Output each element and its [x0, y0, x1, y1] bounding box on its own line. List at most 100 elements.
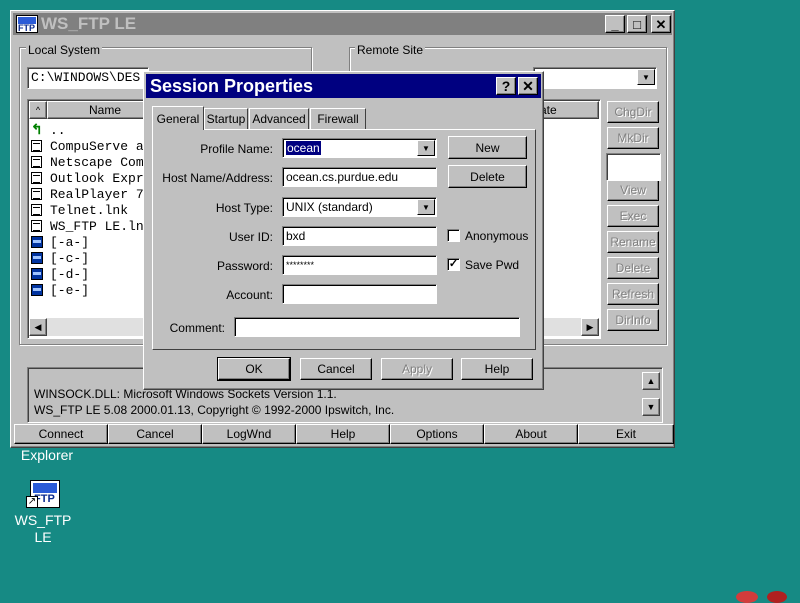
local-file-item[interactable]: [-c-]: [31, 250, 89, 266]
scroll-right-button[interactable]: ▶: [581, 318, 599, 336]
local-file-name: Telnet.lnk: [50, 202, 129, 218]
about-button[interactable]: About: [484, 424, 578, 444]
local-path-field[interactable]: C:\WINDOWS\DES: [27, 67, 149, 89]
remote-refresh-button[interactable]: Refresh: [607, 283, 659, 305]
drive-icon: [31, 236, 43, 248]
file-icon: [31, 204, 42, 216]
remote-blank-field[interactable]: [606, 153, 661, 181]
account-field[interactable]: [282, 284, 437, 304]
local-file-item[interactable]: ↰..: [31, 122, 66, 139]
password-label: Password:: [216, 259, 273, 273]
file-icon: [31, 156, 42, 168]
tab-general[interactable]: General: [152, 106, 204, 130]
local-file-name: Netscape Com: [50, 154, 144, 170]
local-file-item[interactable]: Telnet.lnk: [31, 202, 128, 218]
local-file-item[interactable]: [-e-]: [31, 282, 89, 298]
desktop-explorer-label[interactable]: Explorer: [12, 447, 82, 464]
dialog-help-button[interactable]: ?: [496, 77, 516, 95]
remote-dirinfo-button[interactable]: DirInfo: [607, 309, 659, 331]
main-title-bar[interactable]: FTP WS_FTP LE _ □ ✕: [13, 13, 672, 35]
host-name-label: Host Name/Address:: [162, 171, 273, 185]
date-column-header[interactable]: ate: [535, 101, 599, 119]
local-file-item[interactable]: [-d-]: [31, 266, 89, 282]
local-file-item[interactable]: RealPlayer 7: [31, 186, 144, 202]
profile-name-value: ocean: [286, 141, 321, 155]
dialog-title-bar[interactable]: Session Properties ? ✕: [146, 74, 541, 98]
password-field[interactable]: ********: [282, 255, 437, 275]
tray-icon[interactable]: [767, 591, 787, 603]
comment-label: Comment:: [169, 321, 225, 335]
file-icon: [31, 140, 42, 152]
dialog-close-button[interactable]: ✕: [518, 77, 538, 95]
drive-icon: [31, 268, 43, 280]
ok-button[interactable]: OK: [217, 357, 291, 381]
delete-profile-button[interactable]: Delete: [448, 165, 527, 188]
log-scroll-up-button[interactable]: ▲: [642, 372, 660, 390]
remote-mkdir-button[interactable]: MkDir: [607, 127, 659, 149]
local-file-name: ..: [50, 122, 66, 138]
exit-button[interactable]: Exit: [578, 424, 674, 444]
local-file-name: WS_FTP LE.ln: [50, 218, 144, 234]
main-title: WS_FTP LE: [41, 14, 137, 33]
remote-path-dropdown-button[interactable]: ▼: [637, 69, 655, 85]
close-button[interactable]: ✕: [651, 15, 671, 33]
host-type-select[interactable]: UNIX (standard) ▼: [282, 197, 437, 217]
remote-view-button[interactable]: View: [607, 179, 659, 201]
app-logo-icon: FTP: [16, 15, 38, 33]
options-button[interactable]: Options: [390, 424, 484, 444]
scroll-left-button[interactable]: ◀: [29, 318, 47, 336]
remote-chgdir-button[interactable]: ChgDir: [607, 101, 659, 123]
anonymous-label[interactable]: Anonymous: [465, 229, 528, 243]
tab-firewall[interactable]: Firewall: [310, 108, 366, 129]
logwnd-button[interactable]: LogWnd: [202, 424, 296, 444]
host-name-field[interactable]: ocean.cs.purdue.edu: [282, 167, 437, 187]
host-type-label: Host Type:: [215, 201, 273, 215]
file-icon: [31, 220, 42, 232]
help-button[interactable]: Help: [461, 358, 533, 380]
tab-strip: General Startup Advanced Firewall: [152, 106, 532, 130]
profile-dropdown-button[interactable]: ▼: [417, 140, 435, 156]
local-file-name: CompuServe a: [50, 138, 144, 154]
remote-path-field[interactable]: ▼: [533, 67, 657, 89]
wsftp-desktop-icon[interactable]: FTP ↗: [26, 476, 64, 512]
up-folder-icon: ↰: [31, 122, 43, 139]
local-file-item[interactable]: Outlook Expr: [31, 170, 144, 186]
apply-button[interactable]: Apply: [381, 358, 453, 380]
file-icon: [31, 188, 42, 200]
new-button[interactable]: New: [448, 136, 527, 159]
tab-advanced[interactable]: Advanced: [249, 108, 309, 129]
save-pwd-label[interactable]: Save Pwd: [465, 258, 519, 272]
account-label: Account:: [226, 288, 273, 302]
session-properties-dialog: Session Properties ? ✕ General Startup A…: [143, 71, 544, 390]
local-file-rows: ↰.. CompuServe a Netscape Com Outlook Expr R…: [31, 122, 161, 302]
save-pwd-checkbox[interactable]: ✓: [447, 258, 460, 271]
local-file-name: RealPlayer 7: [50, 186, 144, 202]
log-scroll-down-button[interactable]: ▼: [642, 398, 660, 416]
local-file-item[interactable]: CompuServe a: [31, 138, 144, 154]
user-id-field[interactable]: bxd: [282, 226, 437, 246]
remote-delete-button[interactable]: Delete: [607, 257, 659, 279]
tab-startup[interactable]: Startup: [204, 108, 248, 129]
comment-field[interactable]: [234, 317, 520, 337]
maximize-button[interactable]: □: [627, 15, 647, 33]
profile-name-combo[interactable]: ocean ▼: [282, 138, 437, 158]
minimize-button[interactable]: _: [605, 15, 625, 33]
sort-toggle-button[interactable]: ^: [29, 101, 47, 119]
local-file-item[interactable]: [-a-]: [31, 234, 89, 250]
remote-exec-button[interactable]: Exec: [607, 205, 659, 227]
local-file-item[interactable]: WS_FTP LE.ln: [31, 218, 144, 234]
remote-rename-button[interactable]: Rename: [607, 231, 659, 253]
local-system-label: Local System: [26, 43, 103, 57]
connect-button[interactable]: Connect: [14, 424, 108, 444]
cancel-button[interactable]: Cancel: [108, 424, 202, 444]
tray-icon[interactable]: [736, 591, 758, 603]
dialog-title: Session Properties: [150, 76, 314, 96]
profile-name-label: Profile Name:: [200, 142, 273, 156]
wsftp-desktop-label[interactable]: WS_FTP LE: [4, 512, 82, 546]
anonymous-checkbox[interactable]: [447, 229, 460, 242]
host-type-dropdown-button[interactable]: ▼: [417, 199, 435, 215]
cancel-button[interactable]: Cancel: [300, 358, 372, 380]
remote-horizontal-scrollbar[interactable]: ▶: [535, 318, 599, 336]
local-file-item[interactable]: Netscape Com: [31, 154, 144, 170]
help-button[interactable]: Help: [296, 424, 390, 444]
